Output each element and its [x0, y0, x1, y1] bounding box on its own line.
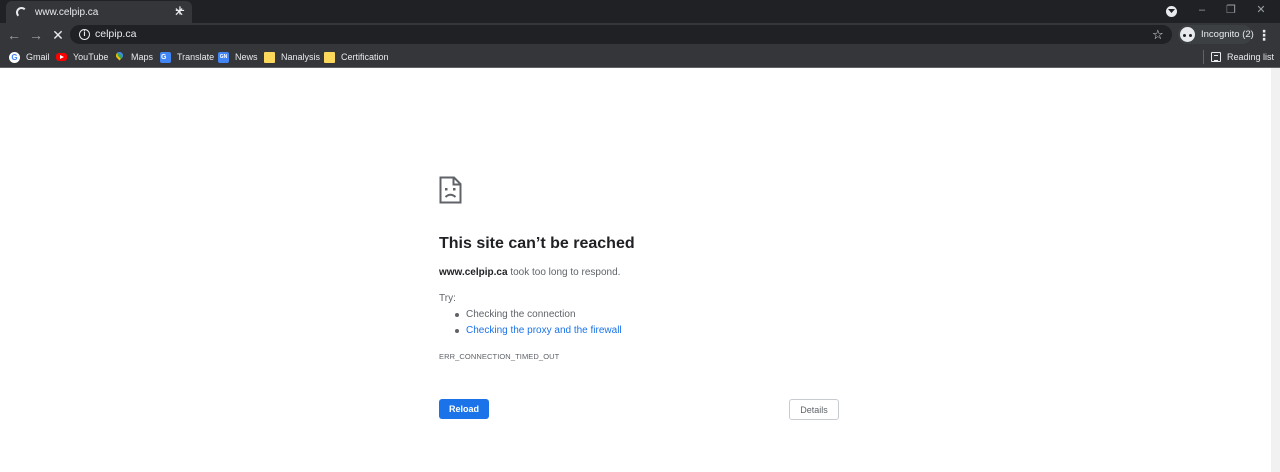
- error-code: ERR_CONNECTION_TIMED_OUT: [439, 352, 560, 361]
- news-icon: [218, 51, 229, 63]
- stop-loading-icon[interactable]: ✕: [49, 26, 67, 44]
- minimize-icon[interactable]: –: [1193, 2, 1211, 18]
- suggestion-check-proxy-link[interactable]: Checking the proxy and the firewall: [439, 325, 622, 341]
- suggestion-check-connection: Checking the connection: [439, 309, 622, 325]
- reading-list-button[interactable]: Reading list: [1211, 50, 1274, 64]
- tab-search-icon[interactable]: [1166, 6, 1177, 17]
- suggestion-list: Checking the connection Checking the pro…: [439, 309, 622, 341]
- translate-icon: [160, 51, 171, 63]
- bookmark-maps[interactable]: Maps: [114, 50, 153, 64]
- bookmark-nanalysis[interactable]: Nanalysis: [264, 50, 320, 64]
- error-description: www.celpip.ca took too long to respond.: [439, 267, 620, 278]
- incognito-profile-button[interactable]: Incognito (2): [1178, 25, 1254, 44]
- error-page: This site can’t be reached www.celpip.ca…: [439, 0, 839, 472]
- error-title: This site can’t be reached: [439, 235, 635, 252]
- bookmark-label: Certification: [341, 52, 389, 62]
- bookmark-label: Maps: [131, 52, 154, 62]
- bookmark-star-icon[interactable]: ☆: [1152, 26, 1164, 43]
- error-host: www.celpip.ca: [439, 267, 508, 278]
- site-info-icon[interactable]: i: [79, 29, 90, 40]
- bookmark-label: News: [235, 52, 258, 62]
- new-tab-icon[interactable]: +: [171, 2, 189, 20]
- bookmark-label: Gmail: [26, 52, 50, 62]
- bookmark-label: YouTube: [73, 52, 109, 62]
- bookmark-label: Nanalysis: [281, 52, 321, 62]
- reload-button[interactable]: Reload: [439, 399, 489, 419]
- bookmark-gmail[interactable]: Gmail: [9, 50, 50, 64]
- reading-list-icon: [1211, 52, 1221, 62]
- youtube-icon: [56, 53, 67, 61]
- profile-label: Incognito (2): [1201, 29, 1254, 40]
- error-message: took too long to respond.: [507, 267, 621, 278]
- url-text[interactable]: celpip.ca: [95, 28, 136, 40]
- folder-icon: [264, 51, 275, 63]
- bookmarks-divider: [1203, 50, 1204, 64]
- bookmark-news[interactable]: News: [218, 50, 258, 64]
- tab-celpip[interactable]: www.celpip.ca ✕: [6, 1, 192, 23]
- forward-icon[interactable]: →: [27, 26, 45, 44]
- bookmark-translate[interactable]: Translate: [160, 50, 214, 64]
- gmail-icon: [9, 51, 20, 63]
- reading-list-label: Reading list: [1227, 52, 1275, 62]
- bookmark-youtube[interactable]: YouTube: [56, 50, 108, 64]
- tab-title: www.celpip.ca: [35, 6, 99, 18]
- incognito-icon: [1180, 27, 1195, 42]
- back-icon[interactable]: ←: [5, 26, 23, 44]
- loading-spinner-icon: [16, 6, 27, 18]
- restore-icon[interactable]: ❐: [1222, 2, 1240, 18]
- page-scrollbar[interactable]: [1271, 68, 1280, 472]
- bookmark-certification[interactable]: Certification: [324, 50, 389, 64]
- folder-icon: [324, 51, 335, 63]
- bookmark-label: Translate: [177, 52, 215, 62]
- browser-menu-icon[interactable]: ⋮: [1257, 26, 1271, 44]
- sad-page-icon: [439, 176, 462, 204]
- try-label: Try:: [439, 293, 456, 304]
- close-window-icon[interactable]: ✕: [1252, 2, 1270, 18]
- maps-icon: [114, 52, 125, 63]
- details-button[interactable]: Details: [789, 399, 839, 420]
